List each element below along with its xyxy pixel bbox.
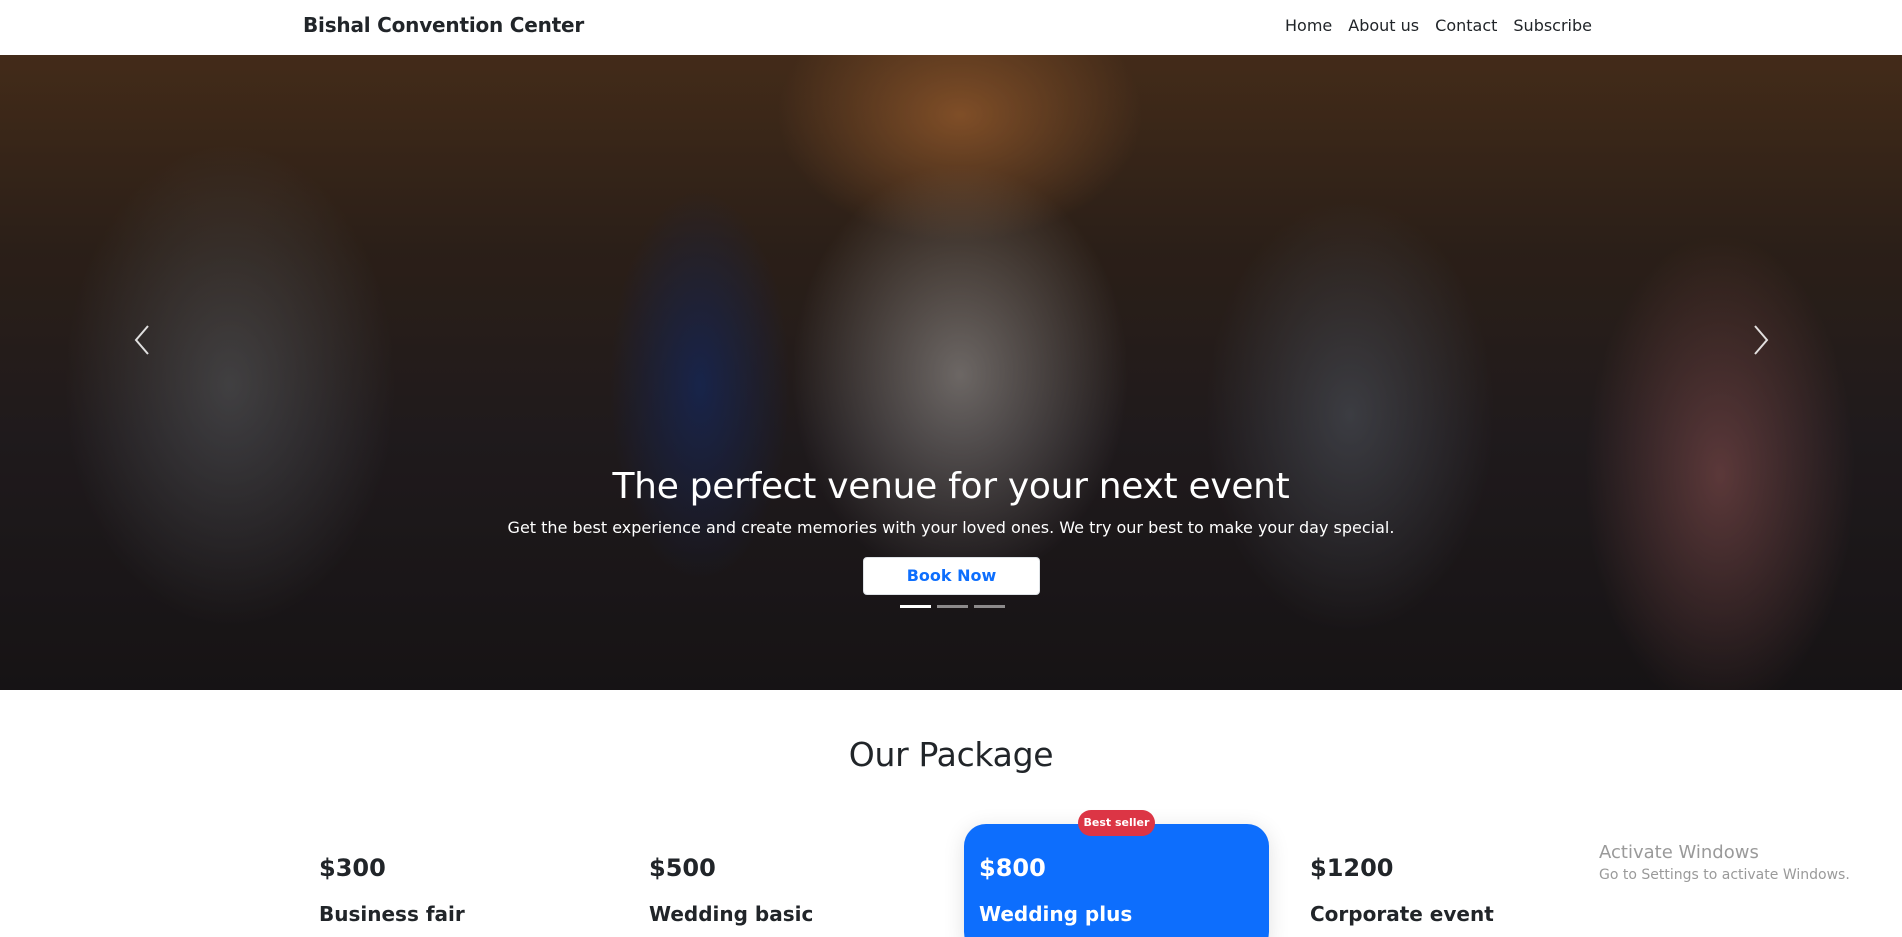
watermark-line-1: Activate Windows [1599, 842, 1759, 863]
top-navbar: Bishal Convention Center Home About us C… [0, 0, 1902, 55]
hero-title: The perfect venue for your next event [612, 466, 1290, 507]
package-name: Corporate event [1310, 902, 1494, 926]
package-card-business-fair[interactable]: $300 Business fair [304, 824, 609, 937]
hero-subtitle: Get the best experience and create memor… [507, 518, 1395, 537]
brand-logo[interactable]: Bishal Convention Center [303, 13, 584, 37]
package-name: Wedding basic [649, 902, 814, 926]
package-price: $800 [979, 854, 1046, 882]
packages-title: Our Package [848, 735, 1054, 774]
package-name: Business fair [319, 902, 465, 926]
package-name: Wedding plus [979, 902, 1133, 926]
nav-links: Home About us Contact Subscribe [1285, 16, 1592, 35]
carousel-prev-icon[interactable] [123, 320, 163, 360]
book-now-button[interactable]: Book Now [863, 557, 1040, 595]
package-price: $1200 [1310, 854, 1394, 882]
carousel-indicators [900, 605, 1005, 608]
nav-link-contact[interactable]: Contact [1435, 16, 1497, 35]
nav-link-subscribe[interactable]: Subscribe [1513, 16, 1592, 35]
package-price: $500 [649, 854, 716, 882]
package-card-wedding-basic[interactable]: $500 Wedding basic [634, 824, 939, 937]
carousel-indicator-3[interactable] [974, 605, 1005, 608]
package-card-wedding-plus[interactable]: $800 Wedding plus [964, 824, 1269, 937]
carousel-indicator-1[interactable] [900, 605, 931, 608]
best-seller-badge: Best seller [1078, 810, 1155, 836]
package-card-corporate-event[interactable]: $1200 Corporate event [1295, 824, 1600, 937]
carousel-next-icon[interactable] [1740, 320, 1780, 360]
nav-link-about[interactable]: About us [1348, 16, 1419, 35]
windows-activation-watermark: Activate Windows Go to Settings to activ… [1599, 842, 1850, 883]
nav-link-home[interactable]: Home [1285, 16, 1332, 35]
watermark-line-2: Go to Settings to activate Windows. [1599, 867, 1850, 883]
package-price: $300 [319, 854, 386, 882]
carousel-indicator-2[interactable] [937, 605, 968, 608]
